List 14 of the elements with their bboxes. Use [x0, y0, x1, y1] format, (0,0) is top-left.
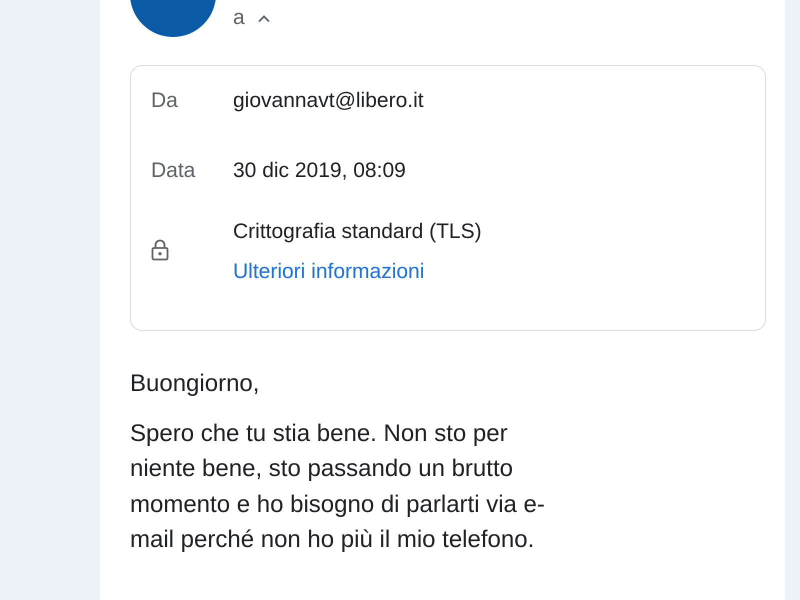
- body-text-line: Spero che tu stia bene. Non sto per: [130, 418, 509, 448]
- collapse-icon[interactable]: [256, 14, 271, 22]
- more-info-link[interactable]: Ulteriori informazioni: [233, 260, 482, 284]
- body-text-line: mail perché non ho più il mio telefono.: [130, 525, 536, 555]
- detail-value: giovannavt@libero.it: [233, 89, 424, 113]
- detail-value: 30 dic 2019, 08:09: [233, 159, 406, 183]
- encryption-text: Crittografia standard (TLS): [233, 220, 482, 244]
- lock-icon: [151, 238, 169, 260]
- recipient-label: a: [233, 6, 245, 30]
- detail-label: Da: [151, 89, 179, 113]
- body-text-line: niente bene, sto passando un brutto: [130, 454, 514, 484]
- detail-label: Data: [151, 159, 196, 183]
- greeting-text: Buongiorno,: [130, 369, 260, 399]
- body-text-line: momento e ho bisogno di parlarti via e-: [130, 490, 546, 520]
